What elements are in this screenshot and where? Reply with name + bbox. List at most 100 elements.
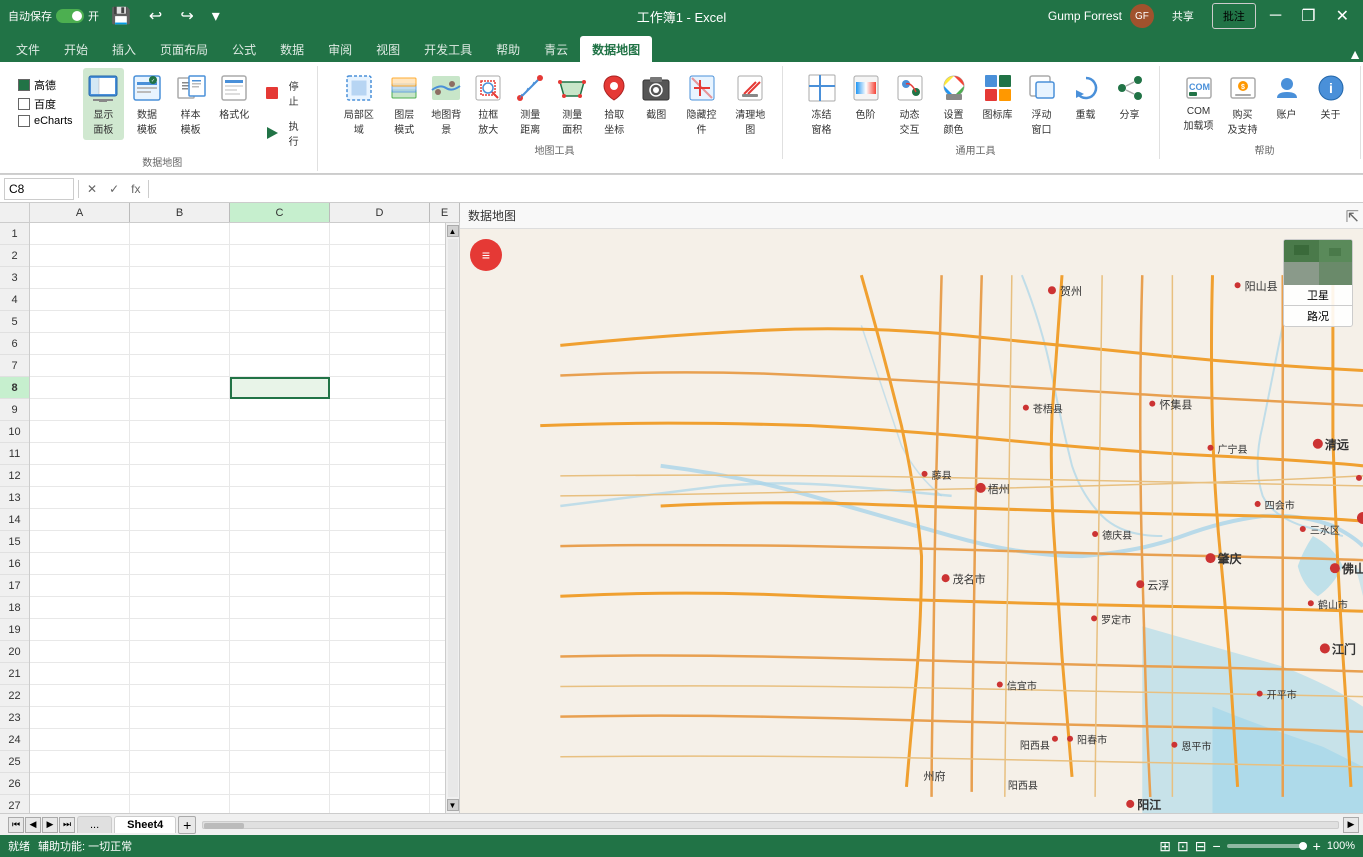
row-num-9[interactable]: 9 (0, 399, 29, 421)
cell[interactable] (130, 223, 230, 245)
cell[interactable] (130, 685, 230, 707)
row-num-26[interactable]: 26 (0, 773, 29, 795)
checkbox-baidu[interactable]: 百度 (16, 95, 75, 113)
cell[interactable] (130, 487, 230, 509)
cell[interactable] (230, 245, 330, 267)
btn-zoom-frame[interactable]: 拉框放大 (468, 68, 508, 140)
cell[interactable] (130, 245, 230, 267)
btn-display-panel[interactable]: 显示面板 (83, 68, 125, 140)
tab-file[interactable]: 文件 (4, 36, 52, 62)
cell[interactable] (30, 509, 130, 531)
restore-button[interactable]: ❐ (1295, 4, 1321, 28)
cell[interactable] (230, 773, 330, 795)
row-num-18[interactable]: 18 (0, 597, 29, 619)
tab-home[interactable]: 开始 (52, 36, 100, 62)
cell[interactable] (30, 795, 130, 813)
row-num-19[interactable]: 19 (0, 619, 29, 641)
tab-review[interactable]: 审阅 (316, 36, 364, 62)
col-header-d[interactable]: D (330, 203, 430, 222)
cell[interactable] (330, 487, 430, 509)
row-num-4[interactable]: 4 (0, 289, 29, 311)
btn-measure-area[interactable]: 测量面积 (552, 68, 592, 140)
cell[interactable] (330, 597, 430, 619)
row-num-12[interactable]: 12 (0, 465, 29, 487)
cell[interactable] (130, 509, 230, 531)
cell[interactable] (30, 773, 130, 795)
zoom-slider[interactable] (1227, 844, 1307, 848)
row-num-6[interactable]: 6 (0, 333, 29, 355)
btn-set-color[interactable]: 设置颜色 (933, 68, 975, 140)
row-num-15[interactable]: 15 (0, 531, 29, 553)
cell[interactable] (230, 267, 330, 289)
cell[interactable] (30, 707, 130, 729)
sheet-nav-next[interactable]: ▶ (42, 817, 58, 833)
cell[interactable] (130, 729, 230, 751)
scroll-down-button[interactable]: ▼ (447, 799, 459, 811)
row-num-22[interactable]: 22 (0, 685, 29, 707)
share-button[interactable]: 共享 (1162, 4, 1204, 28)
btn-account[interactable]: 账户 (1266, 68, 1308, 125)
cell[interactable] (30, 641, 130, 663)
btn-screenshot[interactable]: 截图 (636, 68, 676, 125)
cell[interactable] (130, 795, 230, 813)
cell[interactable] (30, 663, 130, 685)
col-header-e[interactable]: E (430, 203, 460, 222)
cell[interactable] (330, 245, 430, 267)
map-expand-button[interactable]: ⇱ (1346, 207, 1359, 227)
btn-reload[interactable]: 重载 (1065, 68, 1107, 125)
btn-pick-coord[interactable]: 拾取坐标 (594, 68, 634, 140)
cell-reference-input[interactable] (4, 178, 74, 200)
cell[interactable] (30, 729, 130, 751)
cell[interactable] (130, 575, 230, 597)
cell[interactable] (230, 223, 330, 245)
row-num-25[interactable]: 25 (0, 751, 29, 773)
btn-measure-distance[interactable]: 测量距离 (510, 68, 550, 140)
scroll-right-button[interactable]: ▶ (1343, 817, 1359, 833)
row-num-7[interactable]: 7 (0, 355, 29, 377)
btn-format[interactable]: 格式化 (213, 68, 255, 125)
cell[interactable] (230, 421, 330, 443)
cell[interactable] (130, 531, 230, 553)
btn-partial-area[interactable]: 局部区域 (336, 68, 383, 140)
tab-view[interactable]: 视图 (364, 36, 412, 62)
cell[interactable] (130, 443, 230, 465)
cell[interactable] (130, 421, 230, 443)
btn-data-template[interactable]: ✓ 数据模板 (126, 68, 168, 140)
cell[interactable] (330, 223, 430, 245)
cell[interactable] (130, 399, 230, 421)
cell[interactable] (30, 399, 130, 421)
row-num-13[interactable]: 13 (0, 487, 29, 509)
checkbox-gaode[interactable]: 高德 (16, 76, 75, 94)
cell[interactable] (30, 597, 130, 619)
minimize-button[interactable]: ─ (1264, 5, 1287, 27)
col-header-b[interactable]: B (130, 203, 230, 222)
autosave-toggle[interactable] (56, 9, 84, 23)
cell[interactable] (130, 553, 230, 575)
cell[interactable] (230, 355, 330, 377)
cell[interactable] (30, 421, 130, 443)
tab-datamap[interactable]: 数据地图 (580, 36, 652, 62)
zoom-in-button[interactable]: + (1313, 838, 1321, 854)
btn-map-background[interactable]: 地图背景 (426, 68, 466, 140)
cell[interactable] (130, 267, 230, 289)
cell[interactable] (330, 289, 430, 311)
cell[interactable] (230, 311, 330, 333)
cancel-formula-button[interactable]: ✕ (83, 180, 101, 198)
cell[interactable] (130, 641, 230, 663)
btn-color-scale[interactable]: 色阶 (845, 68, 887, 125)
tab-help[interactable]: 帮助 (484, 36, 532, 62)
cell[interactable] (130, 751, 230, 773)
cell[interactable] (30, 333, 130, 355)
tab-qingyun[interactable]: 青云 (532, 36, 580, 62)
tab-page-layout[interactable]: 页面布局 (148, 36, 220, 62)
btn-purchase[interactable]: $ 购买及支持 (1222, 68, 1264, 140)
sheet-nav-last[interactable]: ⏭ (59, 817, 75, 833)
cell[interactable] (230, 707, 330, 729)
cell[interactable] (130, 707, 230, 729)
row-num-10[interactable]: 10 (0, 421, 29, 443)
cell[interactable] (330, 267, 430, 289)
cell[interactable] (230, 333, 330, 355)
cell[interactable] (30, 751, 130, 773)
cell[interactable] (330, 465, 430, 487)
undo-button[interactable]: ↩ (143, 4, 168, 28)
